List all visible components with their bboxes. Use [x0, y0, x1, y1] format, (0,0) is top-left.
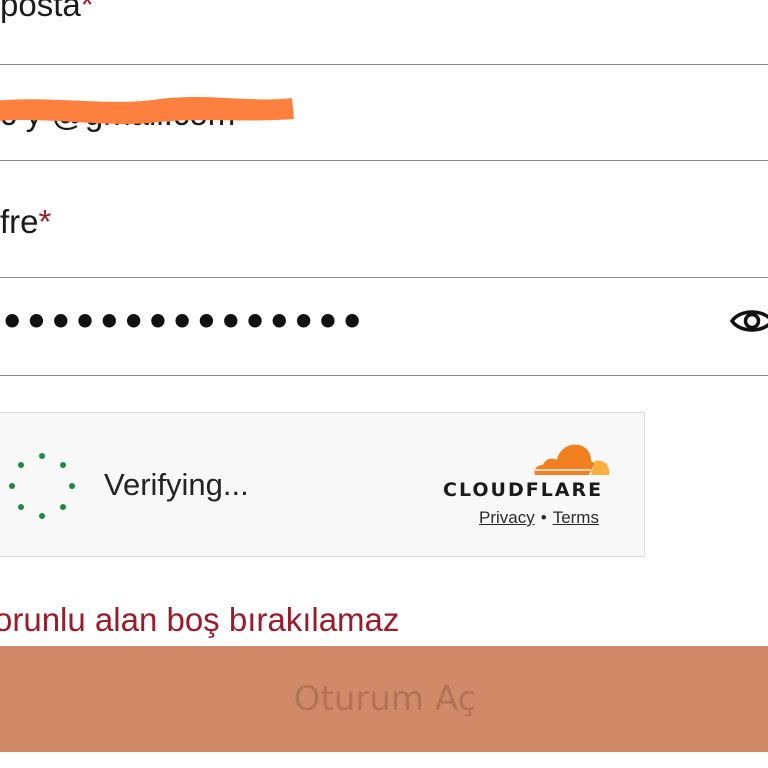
- cloudflare-cloud-icon: [534, 444, 609, 475]
- terms-link[interactable]: Terms: [553, 508, 599, 527]
- eye-icon[interactable]: [730, 303, 768, 339]
- links-separator: •: [540, 508, 547, 527]
- email-field[interactable]: c y @gmail.com: [0, 64, 768, 161]
- loading-spinner-icon: [9, 453, 75, 519]
- captcha-widget[interactable]: Verifying... CLOUDFLARE Privacy • Terms: [0, 412, 645, 557]
- password-required-mark: *: [38, 203, 52, 240]
- password-label: fre*: [0, 203, 51, 241]
- email-label-text: posta: [0, 0, 81, 23]
- cloudflare-brand: CLOUDFLARE: [443, 479, 604, 501]
- email-required-mark: *: [80, 0, 94, 23]
- password-value[interactable]: •••••••••••••••: [0, 300, 364, 344]
- captcha-status: Verifying...: [104, 467, 249, 502]
- redaction-mark: [0, 97, 294, 124]
- privacy-link[interactable]: Privacy: [479, 508, 535, 527]
- password-field[interactable]: •••••••••••••••: [0, 277, 768, 376]
- password-label-text: fre: [0, 203, 39, 240]
- captcha-links: Privacy • Terms: [479, 508, 599, 528]
- login-button[interactable]: Oturum Aç: [0, 646, 768, 752]
- email-label: posta*: [0, 0, 94, 24]
- error-message: orunlu alan boş bırakılamaz: [0, 601, 400, 638]
- login-form: posta* c y @gmail.com fre* •••••••••••••…: [0, 0, 768, 768]
